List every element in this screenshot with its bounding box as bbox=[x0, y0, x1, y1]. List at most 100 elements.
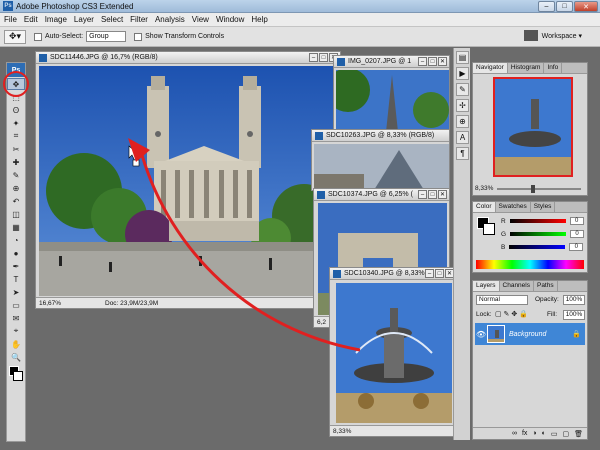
green-slider[interactable] bbox=[510, 232, 567, 236]
image-canvas-fountain[interactable] bbox=[336, 283, 452, 423]
tab-layers[interactable]: Layers bbox=[473, 281, 500, 291]
blue-value[interactable]: 0 bbox=[569, 243, 584, 251]
doc-minimize-button[interactable]: – bbox=[418, 57, 427, 66]
paragraph-panel-icon[interactable]: ¶ bbox=[456, 147, 469, 160]
doc-minimize-button[interactable]: – bbox=[425, 269, 434, 278]
type-tool-icon[interactable]: T bbox=[7, 273, 25, 285]
green-value[interactable]: 0 bbox=[570, 230, 585, 238]
gradient-tool-icon[interactable]: ▦ bbox=[7, 221, 25, 233]
blue-slider[interactable] bbox=[509, 245, 566, 249]
workspace-menu[interactable]: Workspace ▾ bbox=[523, 30, 582, 41]
doc-minimize-button[interactable]: – bbox=[309, 53, 318, 62]
document-window-img0207[interactable]: IMG_0207.JPG @ 1 – □ ✕ bbox=[333, 55, 450, 133]
eraser-tool-icon[interactable]: ◫ bbox=[7, 208, 25, 220]
opacity-value[interactable]: 100% bbox=[563, 295, 585, 305]
image-canvas-eiffel[interactable] bbox=[336, 70, 449, 132]
auto-select-dropdown[interactable]: Group bbox=[86, 31, 127, 42]
hand-tool-icon[interactable]: ✋ bbox=[7, 338, 25, 350]
blend-mode-dropdown[interactable]: Normal bbox=[476, 295, 528, 305]
crop-tool-icon[interactable]: ⌗ bbox=[7, 130, 25, 142]
tab-styles[interactable]: Styles bbox=[531, 202, 556, 212]
link-layers-icon[interactable]: ∞ bbox=[512, 430, 517, 437]
background-color-icon[interactable] bbox=[13, 371, 23, 381]
actions-panel-icon[interactable]: ▶ bbox=[456, 67, 469, 80]
healing-brush-tool-icon[interactable]: ✚ bbox=[7, 156, 25, 168]
layer-style-icon[interactable]: fx bbox=[522, 430, 527, 437]
close-button[interactable]: ✕ bbox=[574, 1, 598, 12]
tool-presets-icon[interactable]: ✎ bbox=[456, 83, 469, 96]
lasso-tool-icon[interactable]: ʘ bbox=[7, 104, 25, 116]
menu-select[interactable]: Select bbox=[101, 15, 123, 24]
history-panel-icon[interactable]: ▤ bbox=[456, 51, 469, 64]
auto-select-checkbox[interactable] bbox=[34, 32, 42, 41]
doc-maximize-button[interactable]: □ bbox=[435, 269, 444, 278]
menu-analysis[interactable]: Analysis bbox=[155, 15, 185, 24]
fill-value[interactable]: 100% bbox=[563, 310, 585, 320]
tab-swatches[interactable]: Swatches bbox=[496, 202, 531, 212]
doc-maximize-button[interactable]: □ bbox=[428, 190, 437, 199]
eyedropper-tool-icon[interactable]: ⌖ bbox=[7, 325, 25, 337]
navigator-preview[interactable] bbox=[493, 77, 573, 177]
menu-file[interactable]: File bbox=[4, 15, 17, 24]
clone-source-icon[interactable]: ⊕ bbox=[456, 115, 469, 128]
red-value[interactable]: 0 bbox=[569, 217, 584, 225]
slice-tool-icon[interactable]: ✂ bbox=[7, 143, 25, 155]
zoom-tool-icon[interactable]: 🔍 bbox=[7, 351, 25, 363]
minimize-button[interactable]: – bbox=[538, 1, 555, 12]
tab-channels[interactable]: Channels bbox=[500, 281, 534, 291]
dodge-tool-icon[interactable]: ● bbox=[7, 247, 25, 259]
layer-row-background[interactable]: 👁 Background 🔒 bbox=[475, 323, 585, 345]
tab-histogram[interactable]: Histogram bbox=[508, 63, 545, 73]
history-brush-tool-icon[interactable]: ↶ bbox=[7, 195, 25, 207]
menu-view[interactable]: View bbox=[192, 15, 209, 24]
doc-minimize-button[interactable]: – bbox=[418, 190, 427, 199]
layer-mask-icon[interactable]: ◑ bbox=[532, 430, 536, 437]
red-slider[interactable] bbox=[509, 219, 566, 223]
document-window-sdc10340[interactable]: SDC10340.JPG @ 8,33% ( – □ ✕ 8,33% bbox=[329, 267, 457, 437]
zoom-level[interactable]: 6,2 bbox=[317, 319, 326, 326]
navigator-zoom-slider[interactable] bbox=[497, 184, 581, 193]
new-group-icon[interactable]: ▭ bbox=[551, 430, 558, 438]
doc-close-button[interactable]: ✕ bbox=[438, 190, 447, 199]
brush-tool-icon[interactable]: ✎ bbox=[7, 169, 25, 181]
pen-tool-icon[interactable]: ✒ bbox=[7, 260, 25, 272]
magic-wand-tool-icon[interactable]: ✦ bbox=[7, 117, 25, 129]
character-panel-icon[interactable]: A bbox=[456, 131, 469, 144]
doc-close-button[interactable]: ✕ bbox=[438, 57, 447, 66]
menu-image[interactable]: Image bbox=[45, 15, 67, 24]
document-window-sdc11446[interactable]: SDC11446.JPG @ 16,7% (RGB/8) –□✕ bbox=[35, 51, 341, 309]
notes-tool-icon[interactable]: ✉ bbox=[7, 312, 25, 324]
path-selection-tool-icon[interactable]: ➤ bbox=[7, 286, 25, 298]
image-canvas-louvre[interactable] bbox=[314, 144, 449, 190]
clone-stamp-tool-icon[interactable]: ⊕ bbox=[7, 182, 25, 194]
zoom-level[interactable]: 16,67% bbox=[39, 300, 67, 307]
tab-navigator[interactable]: Navigator bbox=[473, 63, 508, 73]
menu-layer[interactable]: Layer bbox=[74, 15, 94, 24]
shape-tool-icon[interactable]: ▭ bbox=[7, 299, 25, 311]
navigator-zoom-value[interactable]: 8,33% bbox=[475, 185, 493, 192]
zoom-level[interactable]: 8,33% bbox=[333, 428, 351, 435]
adjustment-layer-icon[interactable]: ◐ bbox=[542, 430, 546, 437]
tab-paths[interactable]: Paths bbox=[534, 281, 558, 291]
doc-maximize-button[interactable]: □ bbox=[319, 53, 328, 62]
delete-layer-icon[interactable]: 🗑 bbox=[574, 430, 583, 438]
menu-edit[interactable]: Edit bbox=[24, 15, 38, 24]
menu-help[interactable]: Help bbox=[251, 15, 267, 24]
show-transform-checkbox[interactable] bbox=[134, 32, 143, 41]
doc-maximize-button[interactable]: □ bbox=[428, 57, 437, 66]
brushes-panel-icon[interactable]: ✢ bbox=[456, 99, 469, 112]
background-color-swatch[interactable] bbox=[483, 223, 495, 235]
move-tool-preset-icon[interactable]: ✥▾ bbox=[4, 29, 26, 44]
menu-filter[interactable]: Filter bbox=[130, 15, 148, 24]
eye-icon[interactable]: 👁 bbox=[475, 330, 487, 339]
menu-window[interactable]: Window bbox=[216, 15, 244, 24]
image-canvas-church[interactable] bbox=[39, 66, 339, 296]
tab-color[interactable]: Color bbox=[473, 202, 496, 212]
layer-name[interactable]: Background bbox=[509, 331, 572, 338]
document-window-sdc10263[interactable]: SDC10263.JPG @ 8,33% (RGB/8) bbox=[311, 129, 450, 191]
tab-info[interactable]: Info bbox=[544, 63, 563, 73]
blur-tool-icon[interactable]: ◔ bbox=[7, 234, 25, 246]
lock-icons[interactable]: ▢ ✎ ✥ 🔒 bbox=[495, 310, 528, 318]
new-layer-icon[interactable]: ▢ bbox=[562, 430, 569, 438]
maximize-button[interactable]: □ bbox=[556, 1, 573, 12]
